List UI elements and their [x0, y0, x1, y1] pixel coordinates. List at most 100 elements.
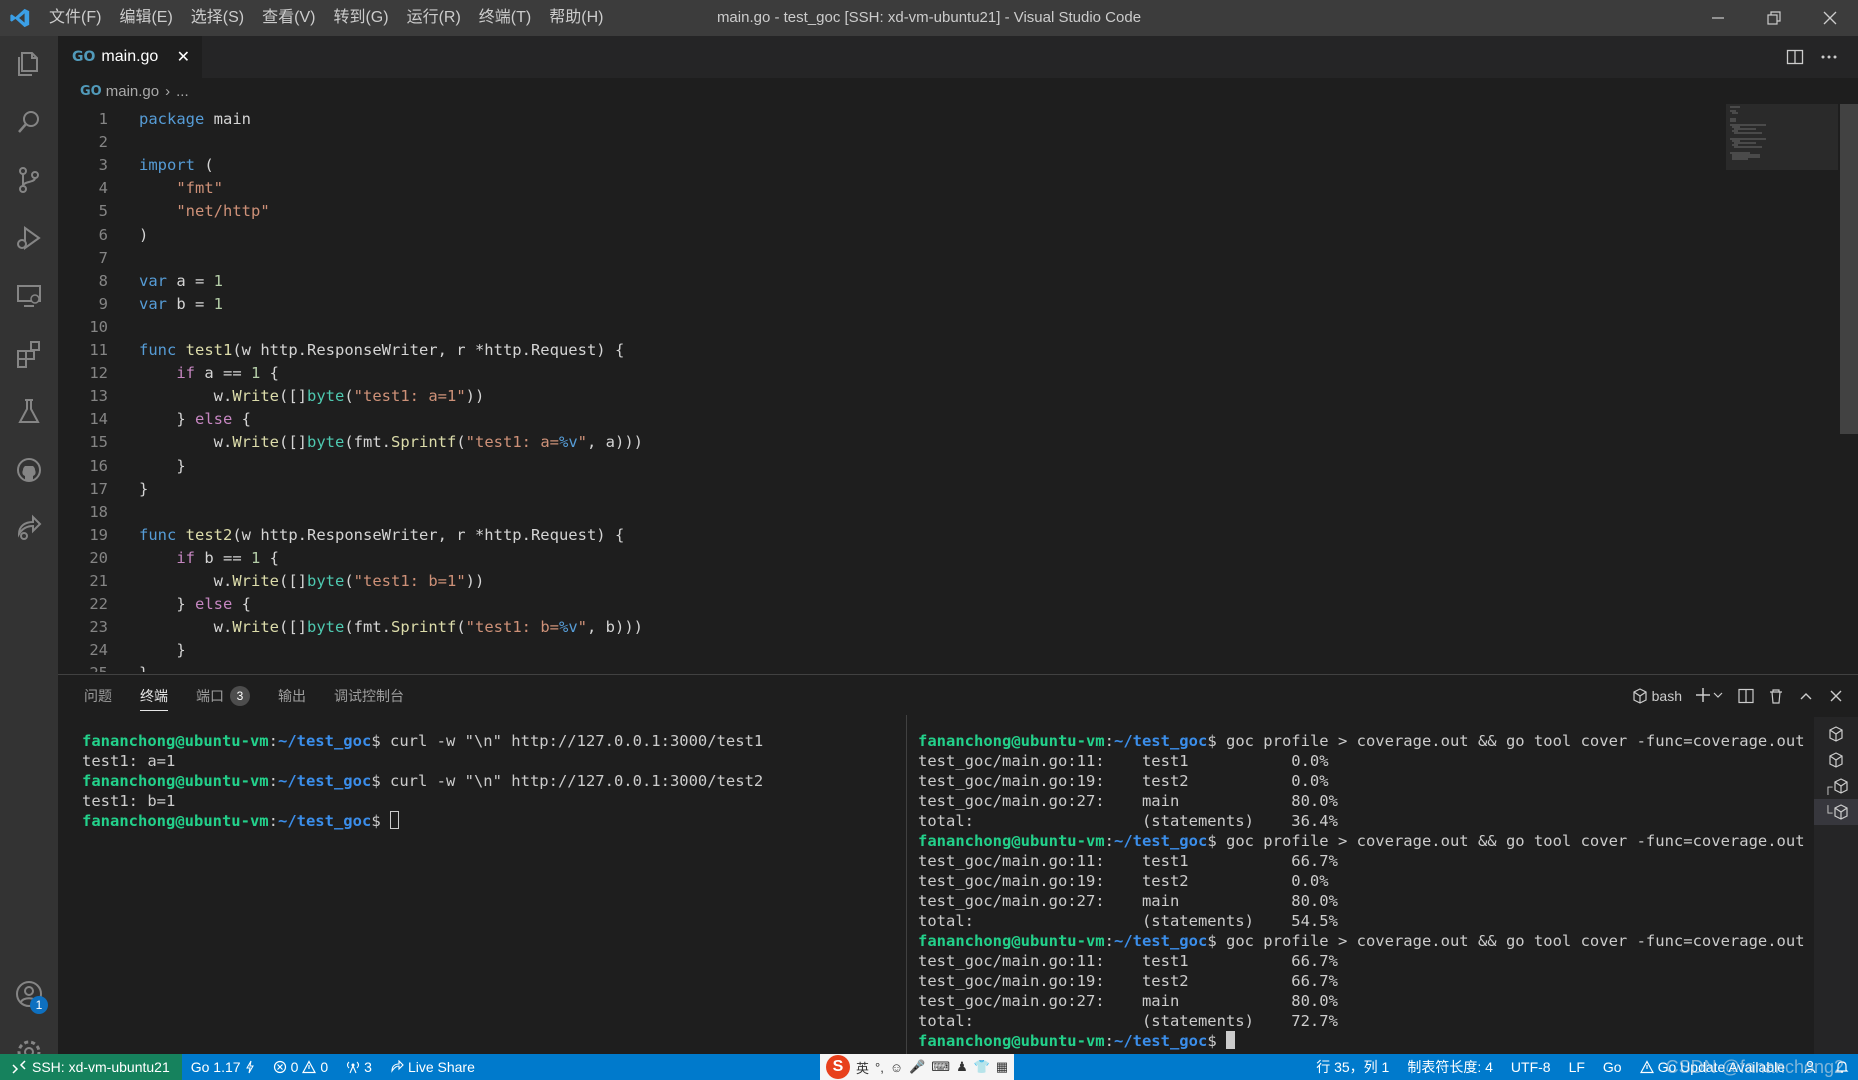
- code-line[interactable]: 18: [58, 501, 1758, 524]
- code-line[interactable]: 25}: [58, 662, 1758, 672]
- tab-size[interactable]: 制表符长度: 4: [1398, 1054, 1502, 1080]
- line-number: 18: [89, 502, 108, 521]
- breadcrumb-file[interactable]: main.go: [106, 83, 159, 100]
- minimize-button[interactable]: [1690, 0, 1746, 36]
- remote-explorer-icon[interactable]: [0, 268, 58, 324]
- terminal-split-divider[interactable]: [906, 715, 907, 1055]
- cursor-position[interactable]: 行 35，列 1: [1307, 1054, 1398, 1080]
- prompt-colon: :: [1104, 732, 1114, 750]
- split-terminal-icon[interactable]: [1738, 688, 1754, 704]
- terminal-left[interactable]: fananchong@ubuntu-vm:~/test_goc$ curl -w…: [82, 731, 892, 831]
- prompt-colon: :: [268, 812, 278, 830]
- trash-icon[interactable]: [1768, 688, 1784, 704]
- editor-scrollbar-thumb[interactable]: [1840, 104, 1858, 434]
- code-line[interactable]: 13 w.Write([]byte("test1: a=1")): [58, 385, 1758, 408]
- line-number: 17: [89, 479, 108, 498]
- go-update-notice[interactable]: Go Update Available: [1631, 1054, 1794, 1080]
- feedback-button[interactable]: [1794, 1054, 1826, 1080]
- code-line[interactable]: 7: [58, 247, 1758, 270]
- encoding[interactable]: UTF-8: [1502, 1054, 1560, 1080]
- split-editor-icon[interactable]: [1786, 48, 1804, 66]
- close-window-button[interactable]: [1802, 0, 1858, 36]
- run-debug-icon[interactable]: [0, 210, 58, 266]
- ime-emoji-icon[interactable]: ☺: [890, 1060, 903, 1075]
- menu-edit[interactable]: 编辑(E): [110, 0, 181, 36]
- menu-selection[interactable]: 选择(S): [182, 0, 253, 36]
- ime-lang[interactable]: 英: [856, 1058, 869, 1077]
- search-icon[interactable]: [0, 94, 58, 150]
- ime-toolbar[interactable]: S 英 °, ☺ 🎤 ⌨ ♟ 👕 ▦: [820, 1054, 1015, 1080]
- extensions-icon[interactable]: [0, 326, 58, 382]
- code-line[interactable]: 10: [58, 316, 1758, 339]
- ime-keyboard-icon[interactable]: ⌨: [931, 1059, 950, 1075]
- remote-indicator[interactable]: SSH: xd-vm-ubuntu21: [0, 1054, 182, 1080]
- code-line[interactable]: 9 var b = 1: [58, 293, 1758, 316]
- code-line[interactable]: 16 }: [58, 455, 1758, 478]
- code-line[interactable]: 11 func test1(w http.ResponseWriter, r *h…: [58, 339, 1758, 362]
- accounts-icon[interactable]: 1: [0, 966, 58, 1022]
- more-actions-icon[interactable]: [1820, 48, 1838, 66]
- code-line[interactable]: 4 "fmt": [58, 177, 1758, 200]
- tab-terminal[interactable]: 终端: [140, 675, 168, 717]
- code-editor[interactable]: 1 package main 2 3 import (4 "fmt" 5 "net/htt…: [58, 104, 1838, 672]
- code-line[interactable]: 19 func test2(w http.ResponseWriter, r *h…: [58, 524, 1758, 547]
- tab-main-go[interactable]: GO main.go ✕: [58, 36, 202, 78]
- github-icon[interactable]: [0, 442, 58, 498]
- code-line[interactable]: 17}: [58, 478, 1758, 501]
- menu-view[interactable]: 查看(V): [253, 0, 324, 36]
- code-line[interactable]: 3 import (: [58, 154, 1758, 177]
- terminal-list-item[interactable]: ┌: [1814, 773, 1858, 799]
- ime-punct[interactable]: °,: [875, 1060, 884, 1075]
- menu-go[interactable]: 转到(G): [324, 0, 397, 36]
- ime-grid-icon[interactable]: ▦: [996, 1059, 1008, 1075]
- testing-icon[interactable]: [0, 384, 58, 440]
- live-share-status[interactable]: Live Share: [381, 1054, 484, 1080]
- terminal-list-item[interactable]: [1814, 747, 1858, 773]
- code-line[interactable]: 8 var a = 1: [58, 270, 1758, 293]
- code-line[interactable]: 21 w.Write([]byte("test1: b=1")): [58, 570, 1758, 593]
- terminal-list-item[interactable]: └: [1814, 799, 1858, 825]
- code-line[interactable]: 1 package main: [58, 108, 1758, 131]
- tab-problems[interactable]: 问题: [84, 675, 112, 717]
- ime-mic-icon[interactable]: 🎤: [909, 1059, 925, 1075]
- terminal-list-item[interactable]: [1814, 721, 1858, 747]
- notifications-button[interactable]: [1826, 1054, 1858, 1080]
- menu-terminal[interactable]: 终端(T): [470, 0, 540, 36]
- explorer-icon[interactable]: [0, 36, 58, 92]
- maximize-panel-icon[interactable]: [1798, 688, 1814, 704]
- breadcrumb-symbols[interactable]: ...: [176, 83, 189, 100]
- language-mode[interactable]: Go: [1594, 1054, 1631, 1080]
- code-line[interactable]: 24 }: [58, 639, 1758, 662]
- source-control-icon[interactable]: [0, 152, 58, 208]
- tab-ports[interactable]: 端口 3: [196, 675, 250, 717]
- menu-run[interactable]: 运行(R): [398, 0, 470, 36]
- code-line[interactable]: 23 w.Write([]byte(fmt.Sprintf("test1: b=…: [58, 616, 1758, 639]
- minimap[interactable]: [1726, 104, 1838, 174]
- restore-button[interactable]: [1746, 0, 1802, 36]
- close-tab-icon[interactable]: ✕: [177, 47, 190, 67]
- go-version[interactable]: Go 1.17: [182, 1054, 264, 1080]
- code-line[interactable]: 14 } else {: [58, 408, 1758, 431]
- code-line[interactable]: 6): [58, 224, 1758, 247]
- new-terminal-button[interactable]: [1696, 687, 1724, 706]
- code-line[interactable]: 2: [58, 131, 1758, 154]
- ime-skin-icon[interactable]: 👕: [974, 1059, 990, 1075]
- menu-file[interactable]: 文件(F): [40, 0, 110, 36]
- terminal-shell-selector[interactable]: bash: [1632, 688, 1682, 704]
- code-line[interactable]: 22 } else {: [58, 593, 1758, 616]
- close-panel-icon[interactable]: [1828, 688, 1844, 704]
- live-share-icon[interactable]: [0, 500, 58, 556]
- forwarded-ports[interactable]: 3: [337, 1054, 381, 1080]
- problems-indicator[interactable]: 0 0: [264, 1054, 338, 1080]
- tab-debug-console[interactable]: 调试控制台: [334, 675, 404, 717]
- code-line[interactable]: 12 if a == 1 {: [58, 362, 1758, 385]
- code-line[interactable]: 20 if b == 1 {: [58, 547, 1758, 570]
- tab-output[interactable]: 输出: [278, 675, 306, 717]
- ime-tool-icon[interactable]: ♟: [956, 1059, 968, 1075]
- terminal-right[interactable]: fananchong@ubuntu-vm:~/test_goc$ goc pro…: [918, 731, 1848, 1051]
- code-line[interactable]: 15 w.Write([]byte(fmt.Sprintf("test1: a=…: [58, 431, 1758, 454]
- end-of-line[interactable]: LF: [1560, 1054, 1594, 1080]
- terminal-output: test_goc/main.go:11: test1 0.0%: [918, 752, 1329, 770]
- code-line[interactable]: 5 "net/http": [58, 200, 1758, 223]
- menu-help[interactable]: 帮助(H): [540, 0, 612, 36]
